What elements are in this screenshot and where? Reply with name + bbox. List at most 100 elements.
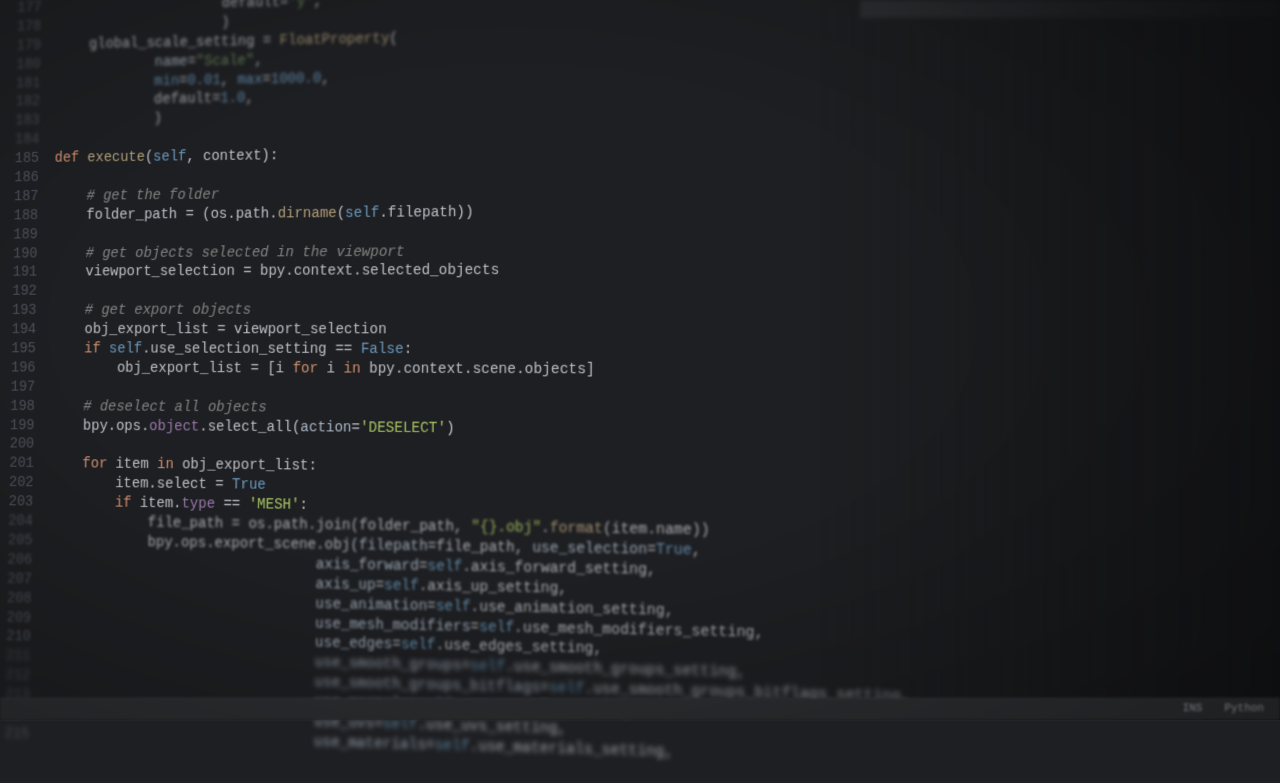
- token-kwarg: filepath: [359, 538, 428, 556]
- token-pun: ): [446, 420, 455, 437]
- token-attr: object: [149, 418, 199, 435]
- token-kwarg: use_edges: [315, 635, 392, 653]
- token-pun: ==: [335, 342, 361, 359]
- token-pun: =: [419, 558, 428, 575]
- token-id: default: [222, 0, 281, 12]
- token-strq: 'MESH': [249, 497, 300, 514]
- token-kwarg: action: [300, 419, 351, 436]
- token-kw: in: [343, 361, 369, 378]
- line-number: 199: [0, 417, 35, 436]
- line-number: 189: [3, 226, 38, 245]
- token-id: .use_materials_setting,: [469, 738, 673, 761]
- token-id: os: [210, 206, 227, 222]
- token-kwarg: axis_forward: [316, 557, 419, 575]
- token-id: bpy: [260, 264, 285, 280]
- token-kw2: max: [237, 72, 262, 89]
- line-number: 202: [0, 474, 34, 494]
- status-language[interactable]: Python: [1220, 702, 1268, 717]
- token-pun: (: [389, 31, 398, 48]
- line-number: 195: [1, 340, 36, 359]
- token-pun: =: [215, 477, 232, 494]
- token-kw: if: [115, 495, 140, 512]
- token-cmt: # get export objects: [85, 303, 251, 319]
- line-number: 179: [6, 37, 41, 56]
- line-number: 188: [3, 207, 38, 226]
- token-pun: :: [299, 498, 308, 515]
- code-editor[interactable]: 1771781791801811821831841851861871881891…: [0, 0, 1280, 764]
- token-pun: ,: [245, 91, 254, 107]
- tab-bar[interactable]: [860, 0, 1280, 18]
- token-id: global_scale_setting: [89, 33, 263, 52]
- line-number: 183: [5, 112, 40, 131]
- token-kw2: min: [154, 73, 179, 90]
- line-number: 184: [4, 131, 39, 150]
- token-pun: = [: [250, 361, 276, 378]
- token-pun: =: [461, 658, 470, 675]
- token-kw2: self: [345, 205, 379, 222]
- line-number: 193: [1, 302, 36, 321]
- token-kw2: self: [427, 558, 462, 575]
- line-number: 194: [1, 321, 36, 340]
- token-id: bpy.context.scene.objects: [369, 361, 586, 378]
- token-id: file_path: [148, 515, 232, 533]
- token-id: i: [326, 361, 343, 378]
- token-pun: .: [269, 206, 278, 222]
- token-str: 'y': [288, 0, 313, 11]
- token-id: bpy.ops.export_scene.obj(: [147, 535, 358, 555]
- line-number: 185: [4, 150, 39, 169]
- line-number: 209: [0, 608, 31, 628]
- token-kwarg: use_mesh_modifiers: [315, 616, 470, 636]
- token-num: 0.01: [187, 72, 220, 89]
- token-kw2: self: [153, 149, 186, 166]
- line-number: 215: [0, 724, 29, 744]
- status-bar: INS Python: [0, 698, 1280, 720]
- token-kw: if: [84, 341, 109, 357]
- token-id: folder_path: [86, 207, 185, 224]
- token-cmt: # get objects selected in the viewport: [86, 244, 405, 262]
- token-kw2: True: [656, 542, 692, 560]
- token-num: 1000.0: [271, 71, 322, 88]
- token-id: .select_all(: [199, 419, 300, 436]
- token-id: selected_objects: [362, 263, 500, 280]
- token-kw2: self: [436, 598, 471, 615]
- token-pun: =: [263, 33, 280, 50]
- token-pun: ,: [692, 542, 701, 559]
- code-line[interactable]: # get export objects: [52, 300, 1280, 321]
- token-id: i: [276, 361, 293, 378]
- code-line[interactable]: [52, 279, 1280, 302]
- token-pun: =: [217, 322, 234, 338]
- token-kwarg: use_smooth_groups: [315, 655, 462, 675]
- token-id: obj_export_list:: [182, 457, 317, 475]
- token-id: .use_animation_setting,: [471, 599, 674, 620]
- line-number: 187: [3, 188, 38, 207]
- token-id: viewport_selection: [85, 264, 243, 281]
- token-pun: .filepath)): [379, 204, 474, 221]
- token-id: item.: [140, 496, 182, 513]
- code-area[interactable]: default='y', ) global_scale_setting = Fl…: [41, 0, 1280, 764]
- token-strq: "{}.obj": [471, 519, 541, 537]
- token-pun: (: [337, 205, 346, 221]
- line-number: 205: [0, 531, 33, 551]
- token-num: 1.0: [220, 91, 245, 108]
- token-kw2: True: [232, 477, 266, 494]
- line-number: 201: [0, 455, 34, 475]
- line-number: 192: [2, 283, 37, 302]
- code-line[interactable]: obj_export_list = viewport_selection: [52, 321, 1280, 342]
- token-pun: :: [404, 342, 413, 359]
- token-cmt: # deselect all objects: [83, 399, 267, 416]
- token-pun: ): [221, 15, 230, 31]
- token-id: bpy.ops.: [83, 418, 149, 435]
- line-number: 203: [0, 493, 33, 513]
- token-kwarg: use_animation: [315, 596, 427, 615]
- token-kw2: self: [384, 577, 419, 594]
- token-pun: ,: [321, 70, 330, 86]
- token-id: .use_edges_setting,: [435, 638, 602, 658]
- token-pun: =: [426, 737, 435, 754]
- token-kw: in: [157, 457, 182, 474]
- token-pun: ==: [223, 497, 248, 514]
- line-number: 200: [0, 436, 34, 455]
- token-kwarg: use_selection: [532, 540, 647, 559]
- token-pun: =: [188, 54, 197, 70]
- status-insert-mode[interactable]: INS: [1179, 702, 1207, 717]
- token-kwarg: axis_up: [316, 576, 376, 594]
